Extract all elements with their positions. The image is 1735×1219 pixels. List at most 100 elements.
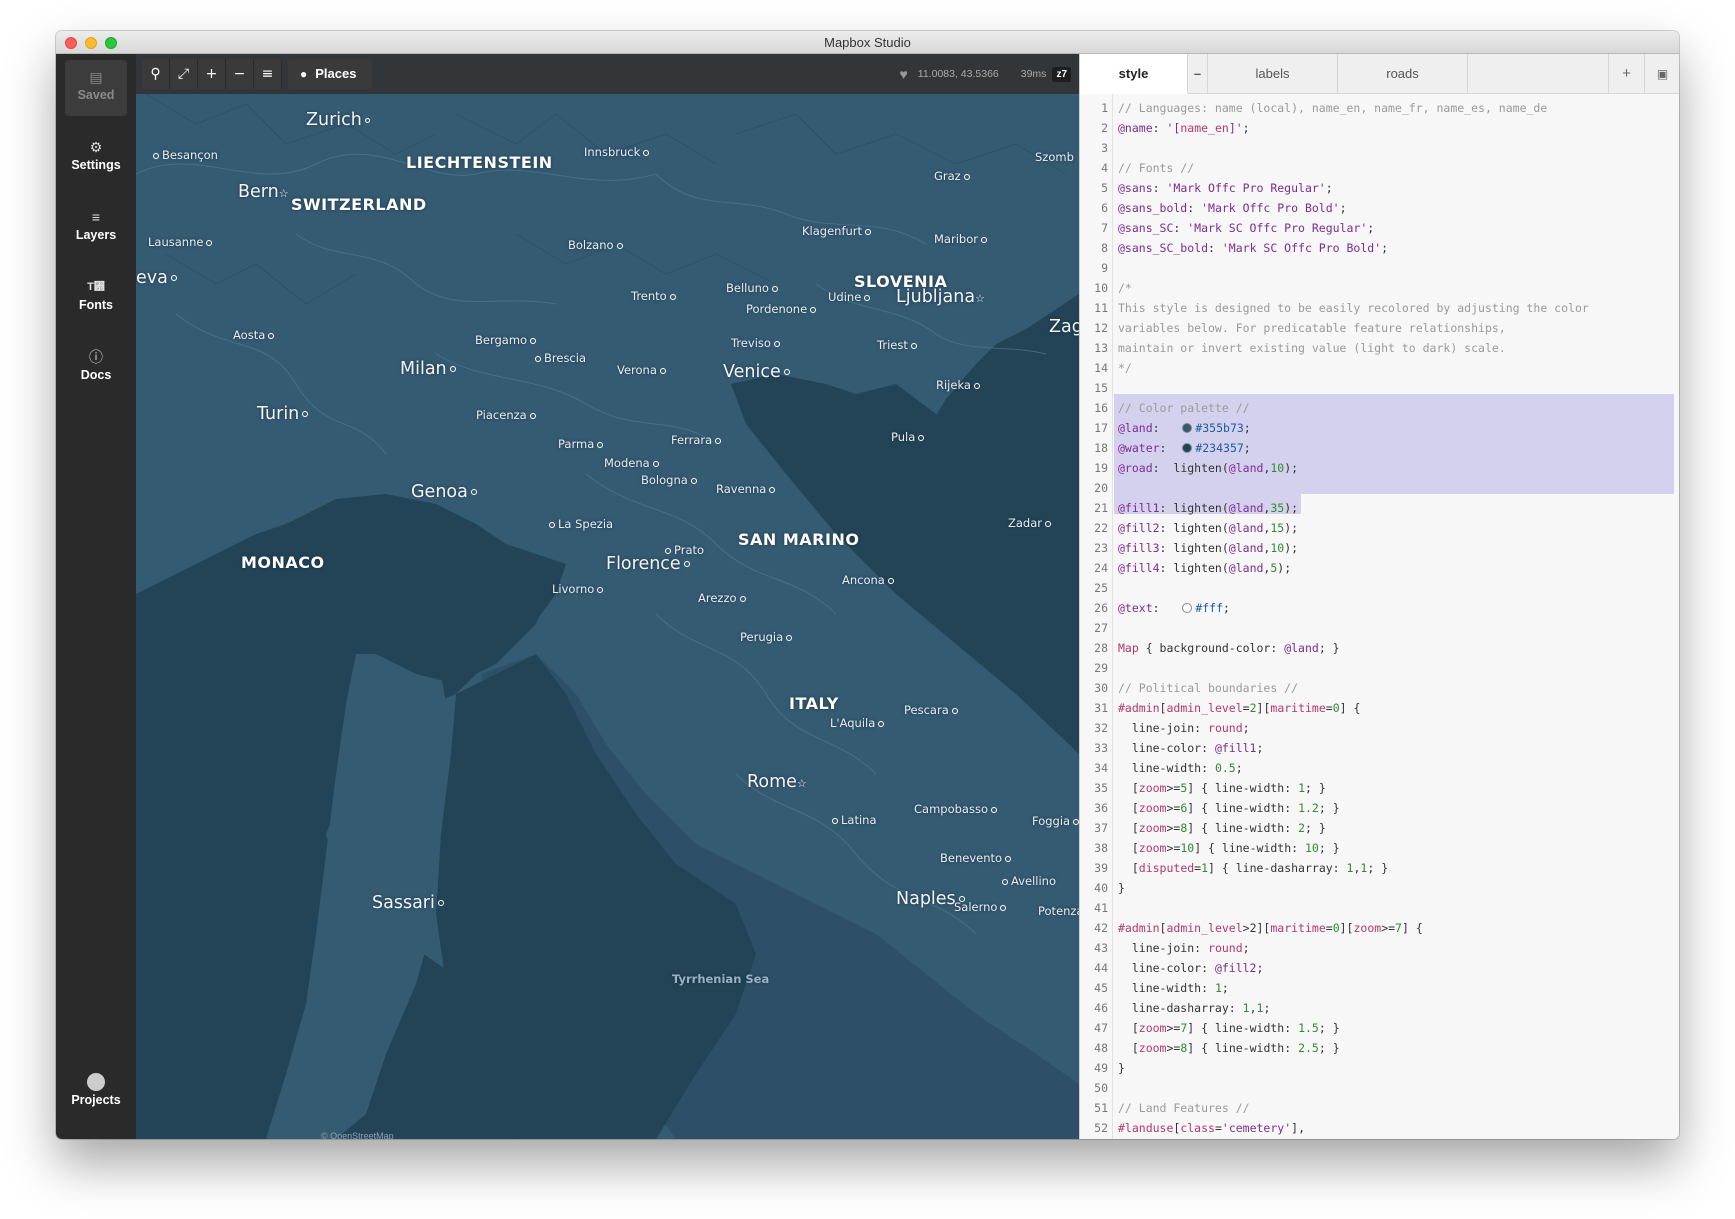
coordinates-readout: 11.0083, 43.5366 — [917, 68, 999, 80]
map-label-city[interactable]: Maribor — [934, 232, 990, 246]
map-label-city[interactable]: Innsbruck — [584, 145, 652, 159]
places-label: Places — [315, 66, 357, 81]
map-label-city[interactable]: Belluno — [726, 281, 781, 295]
map-label-city[interactable]: Campobasso — [914, 802, 1000, 816]
map-label-city[interactable]: Besançon — [150, 148, 218, 162]
map-label-sea[interactable]: Tyrrhenian Sea — [672, 972, 769, 986]
inspect-button[interactable]: ≡ — [254, 59, 282, 89]
heart-icon[interactable]: ♥ — [899, 66, 907, 82]
image-icon[interactable]: ▣ — [1644, 54, 1679, 94]
map-label-city[interactable]: Ancona — [842, 573, 897, 587]
map-label-city[interactable]: Aosta — [233, 328, 277, 342]
map-canvas[interactable]: Zurich Besançon LIECHTENSTEIN Innsbruck … — [136, 54, 1079, 1139]
map-label-country[interactable]: SAN MARINO — [738, 530, 859, 549]
line-source: } — [1118, 881, 1125, 895]
map-label-city[interactable]: Klagenfurt — [802, 224, 874, 238]
map-label-city[interactable]: Piacenza — [476, 408, 539, 422]
line-number: 23 — [1094, 541, 1108, 555]
sidebar-item-layers[interactable]: ≡ Layers — [65, 200, 127, 256]
sidebar-item-fonts[interactable]: T₝ Fonts — [65, 270, 127, 326]
map-label-city[interactable]: La Spezia — [546, 517, 613, 531]
map-label-city[interactable]: Bologna — [641, 473, 700, 487]
sidebar-item-label: Projects — [71, 1093, 121, 1107]
map-label-city[interactable]: Zadar — [1008, 516, 1054, 530]
map-label-city[interactable]: Ravenna — [716, 482, 778, 496]
map-label-city[interactable]: Triest — [877, 338, 920, 352]
zoom-out-button[interactable]: − — [226, 59, 254, 89]
map-label-city[interactable]: Genoa — [411, 482, 480, 502]
map-label-city[interactable]: Lausanne — [148, 235, 215, 249]
map-label-capital[interactable]: Zagreb☆ — [1049, 317, 1079, 337]
sidebar-item-docs[interactable]: ⓘ Docs — [65, 340, 127, 396]
map-label-city[interactable]: Szomb — [1035, 150, 1074, 164]
map-label-city[interactable]: Benevento — [940, 851, 1014, 865]
map-label-city[interactable]: Ferrara — [671, 433, 724, 447]
map-label-city[interactable]: Venice — [723, 362, 793, 382]
map-label-city[interactable]: Graz — [934, 169, 973, 183]
map-label-city[interactable]: Parma — [558, 437, 606, 451]
map-label-city[interactable]: Florence — [606, 554, 693, 574]
map-label-city[interactable]: Modena — [604, 456, 662, 470]
map-label-city[interactable]: Arezzo — [698, 591, 749, 605]
map-label-city[interactable]: Trento — [631, 289, 679, 303]
map-label-city[interactable]: Livorno — [552, 582, 606, 596]
sidebar-item-settings[interactable]: ⚙ Settings — [65, 130, 127, 186]
map-label-city[interactable]: L'Aquila — [830, 716, 887, 730]
map-label-city[interactable]: Verona — [617, 363, 669, 377]
map-label-country[interactable]: ITALY — [789, 694, 839, 713]
maximize-window-button[interactable] — [105, 37, 117, 49]
places-button[interactable]: ● Places — [288, 59, 373, 89]
minus-icon: − — [233, 66, 246, 82]
map-label-city[interactable]: Potenza — [1038, 904, 1079, 918]
map-label-city[interactable]: eva — [136, 268, 180, 288]
line-number: 52 — [1094, 1121, 1108, 1135]
map-label-city[interactable]: Milan — [400, 359, 459, 379]
map-label-city[interactable]: Bolzano — [568, 238, 626, 252]
map-label-city[interactable]: Udine — [828, 290, 873, 304]
map-label-city[interactable]: Bergamo — [475, 333, 539, 347]
map-label-city[interactable]: Latina — [829, 813, 877, 827]
line-number: 10 — [1094, 281, 1108, 295]
close-window-button[interactable] — [65, 37, 77, 49]
line-source: #landuse[class='cemetery'], — [1118, 1121, 1305, 1135]
map-label-city[interactable]: Zurich — [306, 110, 373, 130]
map-label-city[interactable]: Sassari — [372, 893, 447, 913]
line-source: @fill1: lighten(@land,35); — [1118, 501, 1299, 515]
line-number: 14 — [1094, 361, 1108, 375]
map-label-city[interactable]: Brescia — [532, 351, 586, 365]
remove-tab-button[interactable]: – — [1188, 54, 1208, 94]
search-button[interactable]: ⚲ — [142, 59, 170, 89]
add-tab-button[interactable]: + — [1608, 54, 1644, 94]
minimize-window-button[interactable] — [85, 37, 97, 49]
map-label-city[interactable]: Pescara — [904, 703, 961, 717]
line-number: 6 — [1101, 201, 1108, 215]
map-label-capital[interactable]: Rome☆ — [747, 772, 807, 792]
map-label-city[interactable]: Treviso — [731, 336, 783, 350]
map-label-capital[interactable]: Bern☆ — [238, 182, 289, 202]
map-label-country[interactable]: LIECHTENSTEIN — [406, 153, 553, 172]
sidebar-item-label: Saved — [77, 88, 115, 102]
line-source: variables below. For predicatable featur… — [1118, 321, 1506, 335]
tab-roads[interactable]: roads — [1338, 54, 1468, 94]
code-area[interactable]: 1 // Languages: name (local), name_en, na… — [1080, 94, 1679, 1139]
map-label-country[interactable]: SWITZERLAND — [291, 195, 427, 214]
map-label-city[interactable]: Foggia — [1032, 814, 1079, 828]
tab-style[interactable]: style — [1080, 54, 1188, 94]
line-source: [zoom>=6] { line-width: 1.2; } — [1118, 801, 1340, 815]
map-label-city[interactable]: Turin — [257, 404, 311, 424]
map-label-city[interactable]: Pula — [891, 430, 927, 444]
tab-labels[interactable]: labels — [1208, 54, 1338, 94]
map-label-capital[interactable]: Ljubljana☆ — [896, 287, 985, 307]
map-attribution[interactable]: © OpenStreetMap — [321, 1131, 394, 1139]
map-label-city[interactable]: Avellino — [999, 874, 1056, 888]
map-label-city[interactable]: Salerno — [954, 900, 1009, 914]
map-label-city[interactable]: Rijeka — [936, 378, 983, 392]
fullscreen-button[interactable]: ⤢ — [170, 59, 198, 89]
line-number: 8 — [1101, 241, 1108, 255]
zoom-in-button[interactable]: + — [198, 59, 226, 89]
map-label-city[interactable]: Perugia — [740, 630, 795, 644]
map-label-city[interactable]: Pordenone — [746, 302, 819, 316]
sidebar-item-projects[interactable]: Projects — [65, 1065, 127, 1121]
map-label-country[interactable]: MONACO — [241, 553, 325, 572]
sidebar-item-saved[interactable]: ▤ Saved — [65, 60, 127, 116]
